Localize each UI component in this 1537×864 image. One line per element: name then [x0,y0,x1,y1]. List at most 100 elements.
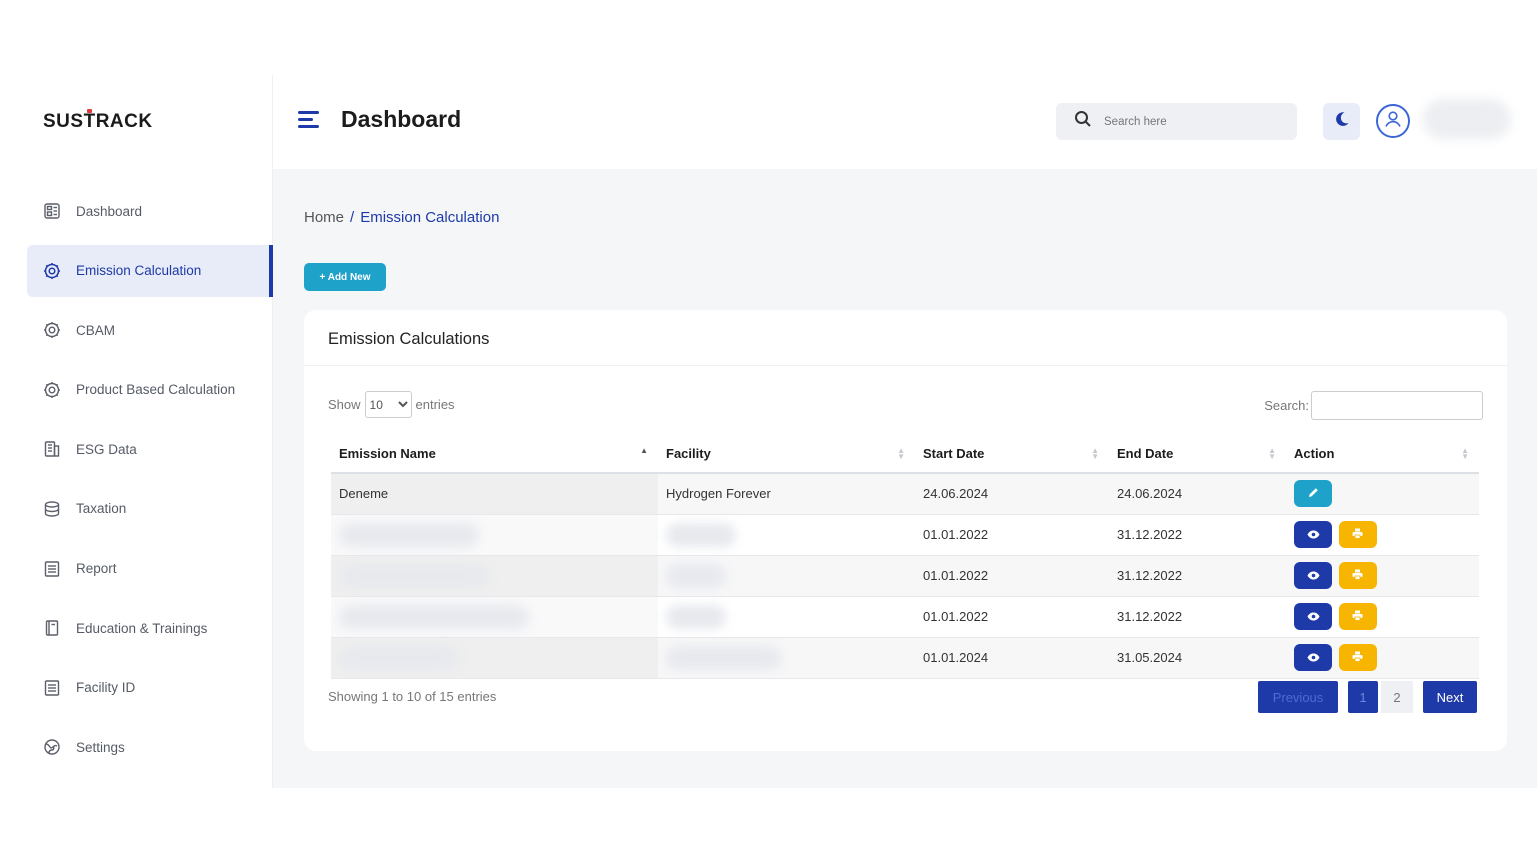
globe-icon [42,737,62,757]
eye-icon [1307,650,1320,665]
page-1-button[interactable]: 1 [1348,681,1378,713]
logo[interactable]: SUSTRACK [43,111,153,133]
list-icon [42,559,62,579]
print-button[interactable] [1338,644,1377,671]
table-row: Deneme Hydrogen Forever 24.06.2024 24.06… [331,473,1479,515]
view-button[interactable] [1294,562,1332,589]
table-row: 01.01.2022 31.12.2022 [331,596,1479,638]
page-2-button[interactable]: 2 [1381,681,1413,713]
print-button[interactable] [1338,521,1377,548]
column-header-emission-name[interactable]: Emission Name ▲ [331,435,658,474]
print-icon [1352,650,1363,665]
sort-asc-icon: ▲ [640,446,648,455]
breadcrumb-home[interactable]: Home [304,209,344,226]
top-header: Dashboard [273,75,1537,169]
moon-icon [1334,111,1350,132]
cell-facility-redacted [658,637,915,679]
sidebar-nav: Dashboard Emission Calculation CBAM Prod… [27,185,273,781]
cell-start-date: 01.01.2024 [915,637,1109,679]
app: SUSTRACK Dashboard Emission Calculation … [0,75,1537,788]
list-icon [42,678,62,698]
building-icon [42,439,62,459]
cell-facility-redacted [658,596,915,638]
sidebar-item-label: Taxation [76,501,127,517]
print-button[interactable] [1338,603,1377,630]
page-title: Dashboard [341,106,462,132]
show-label: Show [328,397,361,412]
print-icon [1352,609,1363,624]
table-search-input[interactable] [1311,391,1483,420]
sidebar-item-emission-calculation[interactable]: Emission Calculation [27,244,273,297]
print-icon [1352,568,1363,583]
cell-start-date: 01.01.2022 [915,555,1109,597]
column-header-end-date[interactable]: End Date ▲ ▼ [1109,435,1286,474]
sidebar-item-cbam[interactable]: CBAM [27,304,273,356]
sidebar-item-esg-data[interactable]: ESG Data [27,423,273,475]
sidebar-item-label: Report [76,561,117,577]
sidebar-item-facility-id[interactable]: Facility ID [27,662,273,714]
cell-action [1286,555,1479,597]
next-button[interactable]: Next [1423,681,1477,713]
cell-action [1286,473,1479,515]
sidebar-item-education-trainings[interactable]: Education & Trainings [27,602,273,654]
cell-end-date: 24.06.2024 [1109,473,1286,515]
column-header-start-date[interactable]: Start Date ▲ ▼ [915,435,1109,474]
sort-icon: ▲ ▼ [1091,446,1099,461]
emission-table: Emission Name ▲ Facility ▲ ▼ Start Date ▲ ▼ E… [331,435,1479,679]
add-new-button[interactable]: + Add New [304,263,386,291]
card-title: Emission Calculations [328,330,490,348]
page-length-select[interactable]: 10 [364,391,412,418]
pagination: Previous 1 2 Next [1258,681,1477,713]
gear-icon [42,261,62,281]
eye-icon [1307,527,1320,542]
previous-button[interactable]: Previous [1258,681,1338,713]
sidebar-item-label: ESG Data [76,441,137,457]
cell-end-date: 31.12.2022 [1109,555,1286,597]
user-name-redacted [1423,99,1511,139]
emission-calculations-card: Emission Calculations Show 10 entries Se… [304,310,1507,751]
hamburger-menu-icon[interactable] [298,111,319,129]
view-button[interactable] [1294,644,1332,671]
table-row: 01.01.2024 31.05.2024 [331,637,1479,679]
book-icon [42,618,62,638]
cell-emission-name-redacted [331,596,658,638]
dark-mode-toggle[interactable] [1323,103,1360,140]
cell-facility-redacted [658,555,915,597]
sidebar-item-settings[interactable]: Settings [27,721,273,773]
sidebar-item-report[interactable]: Report [27,543,273,595]
gear-icon [42,380,62,400]
main-content: Home / Emission Calculation + Add New Emis… [273,169,1537,788]
sort-icon: ▲ ▼ [1461,446,1469,461]
eye-icon [1307,609,1320,624]
sidebar-item-label: Emission Calculation [76,263,202,279]
sort-icon: ▲ ▼ [897,446,905,461]
breadcrumb-current: Emission Calculation [360,209,500,226]
dashboard-icon [42,201,62,221]
breadcrumb-separator: / [350,209,355,226]
column-header-action[interactable]: Action ▲ ▼ [1286,435,1479,474]
cell-emission-name: Deneme [331,473,658,515]
gear-icon [42,320,62,340]
sidebar-item-label: Settings [76,739,125,755]
view-button[interactable] [1294,603,1332,630]
sidebar-item-label: Dashboard [76,203,143,219]
sidebar-item-label: Education & Trainings [76,620,208,636]
sidebar-item-taxation[interactable]: Taxation [27,483,273,535]
sidebar-item-product-based-calculation[interactable]: Product Based Calculation [27,364,273,416]
sidebar: SUSTRACK Dashboard Emission Calculation … [0,75,273,788]
table-search: Search: [1264,391,1483,420]
user-icon [1382,108,1404,135]
eye-icon [1307,568,1320,583]
cell-emission-name-redacted [331,514,658,556]
sidebar-item-label: CBAM [76,322,116,338]
print-button[interactable] [1338,562,1377,589]
view-button[interactable] [1294,521,1332,548]
avatar[interactable] [1376,104,1410,138]
column-header-facility[interactable]: Facility ▲ ▼ [658,435,915,474]
search-input[interactable] [1104,115,1274,128]
cell-emission-name-redacted [331,555,658,597]
sidebar-item-dashboard[interactable]: Dashboard [27,185,273,237]
sidebar-item-label: Facility ID [76,680,136,696]
search-icon [1074,110,1092,133]
edit-button[interactable] [1294,480,1332,508]
